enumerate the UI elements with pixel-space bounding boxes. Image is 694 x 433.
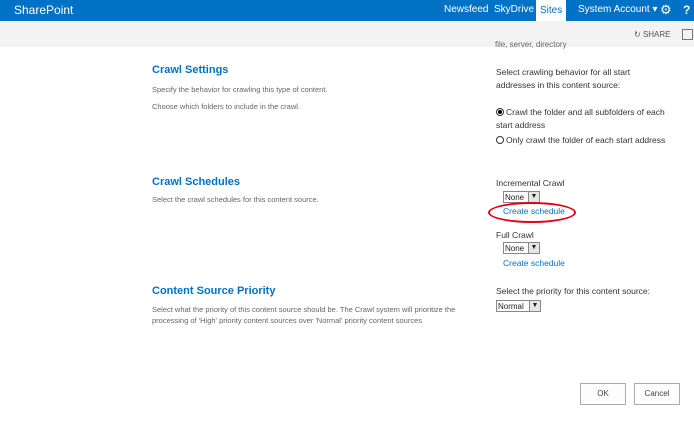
ribbon-bar — [0, 21, 694, 47]
clipped-text: file, server, directory — [495, 40, 567, 49]
share-button[interactable]: ↻ SHARE — [634, 30, 671, 39]
help-icon[interactable]: ? — [683, 3, 690, 17]
crawl-option-subfolders[interactable]: Crawl the folder and all subfolders of e… — [496, 106, 666, 132]
account-menu[interactable]: System Account ▾ — [578, 4, 658, 15]
crawl-behavior-prompt: Select crawling behavior for all start a… — [496, 67, 631, 90]
incremental-crawl-value: None — [505, 193, 525, 202]
account-name: System Account — [578, 4, 650, 15]
full-crawl-label: Full Crawl — [496, 230, 534, 240]
crawl-settings-desc1: Specify the behavior for crawling this t… — [152, 85, 328, 94]
dropdown-arrow-icon: ▼ — [528, 192, 539, 202]
dropdown-arrow-icon: ▼ — [529, 301, 540, 311]
priority-prompt: Select the priority for this content sou… — [496, 286, 651, 296]
sharepoint-brand[interactable]: SharePoint — [14, 3, 73, 17]
full-crawl-value: None — [505, 244, 525, 253]
radio-folder-only[interactable] — [496, 136, 504, 144]
option-folder-only-label: Only crawl the folder of each start addr… — [506, 135, 666, 145]
dropdown-arrow-icon: ▼ — [528, 243, 539, 253]
priority-heading: Content Source Priority — [152, 285, 276, 297]
crawl-option-folder-only[interactable]: Only crawl the folder of each start addr… — [496, 134, 666, 147]
gear-icon[interactable]: ⚙ — [660, 2, 672, 18]
share-icon: ↻ — [634, 30, 641, 39]
focus-content-icon[interactable] — [682, 29, 693, 40]
share-label: SHARE — [642, 30, 671, 39]
ok-button[interactable]: OK — [580, 383, 626, 405]
priority-select[interactable]: Normal ▼ — [496, 300, 541, 312]
nav-skydrive[interactable]: SkyDrive — [494, 4, 534, 15]
nav-sites[interactable]: Sites — [536, 0, 567, 21]
crawl-settings-desc2: Choose which folders to include in the c… — [152, 102, 300, 111]
full-crawl-select[interactable]: None ▼ — [503, 242, 540, 254]
option-subfolders-label: Crawl the folder and all subfolders of e… — [496, 107, 665, 130]
incremental-create-schedule-link[interactable]: Create schedule — [503, 206, 565, 216]
chevron-down-icon: ▾ — [652, 4, 658, 15]
suite-bar: SharePoint Newsfeed SkyDrive Sites Syste… — [0, 0, 694, 21]
radio-subfolders[interactable] — [496, 108, 504, 116]
incremental-crawl-label: Incremental Crawl — [496, 178, 565, 188]
crawl-schedules-desc: Select the crawl schedules for this cont… — [152, 195, 319, 204]
crawl-schedules-heading: Crawl Schedules — [152, 176, 241, 188]
full-create-schedule-link[interactable]: Create schedule — [503, 258, 565, 268]
nav-newsfeed[interactable]: Newsfeed — [444, 4, 488, 15]
priority-value: Normal — [498, 302, 524, 311]
cancel-button[interactable]: Cancel — [634, 383, 680, 405]
priority-desc: Select what the priority of this content… — [152, 305, 456, 325]
crawl-settings-heading: Crawl Settings — [152, 64, 229, 76]
